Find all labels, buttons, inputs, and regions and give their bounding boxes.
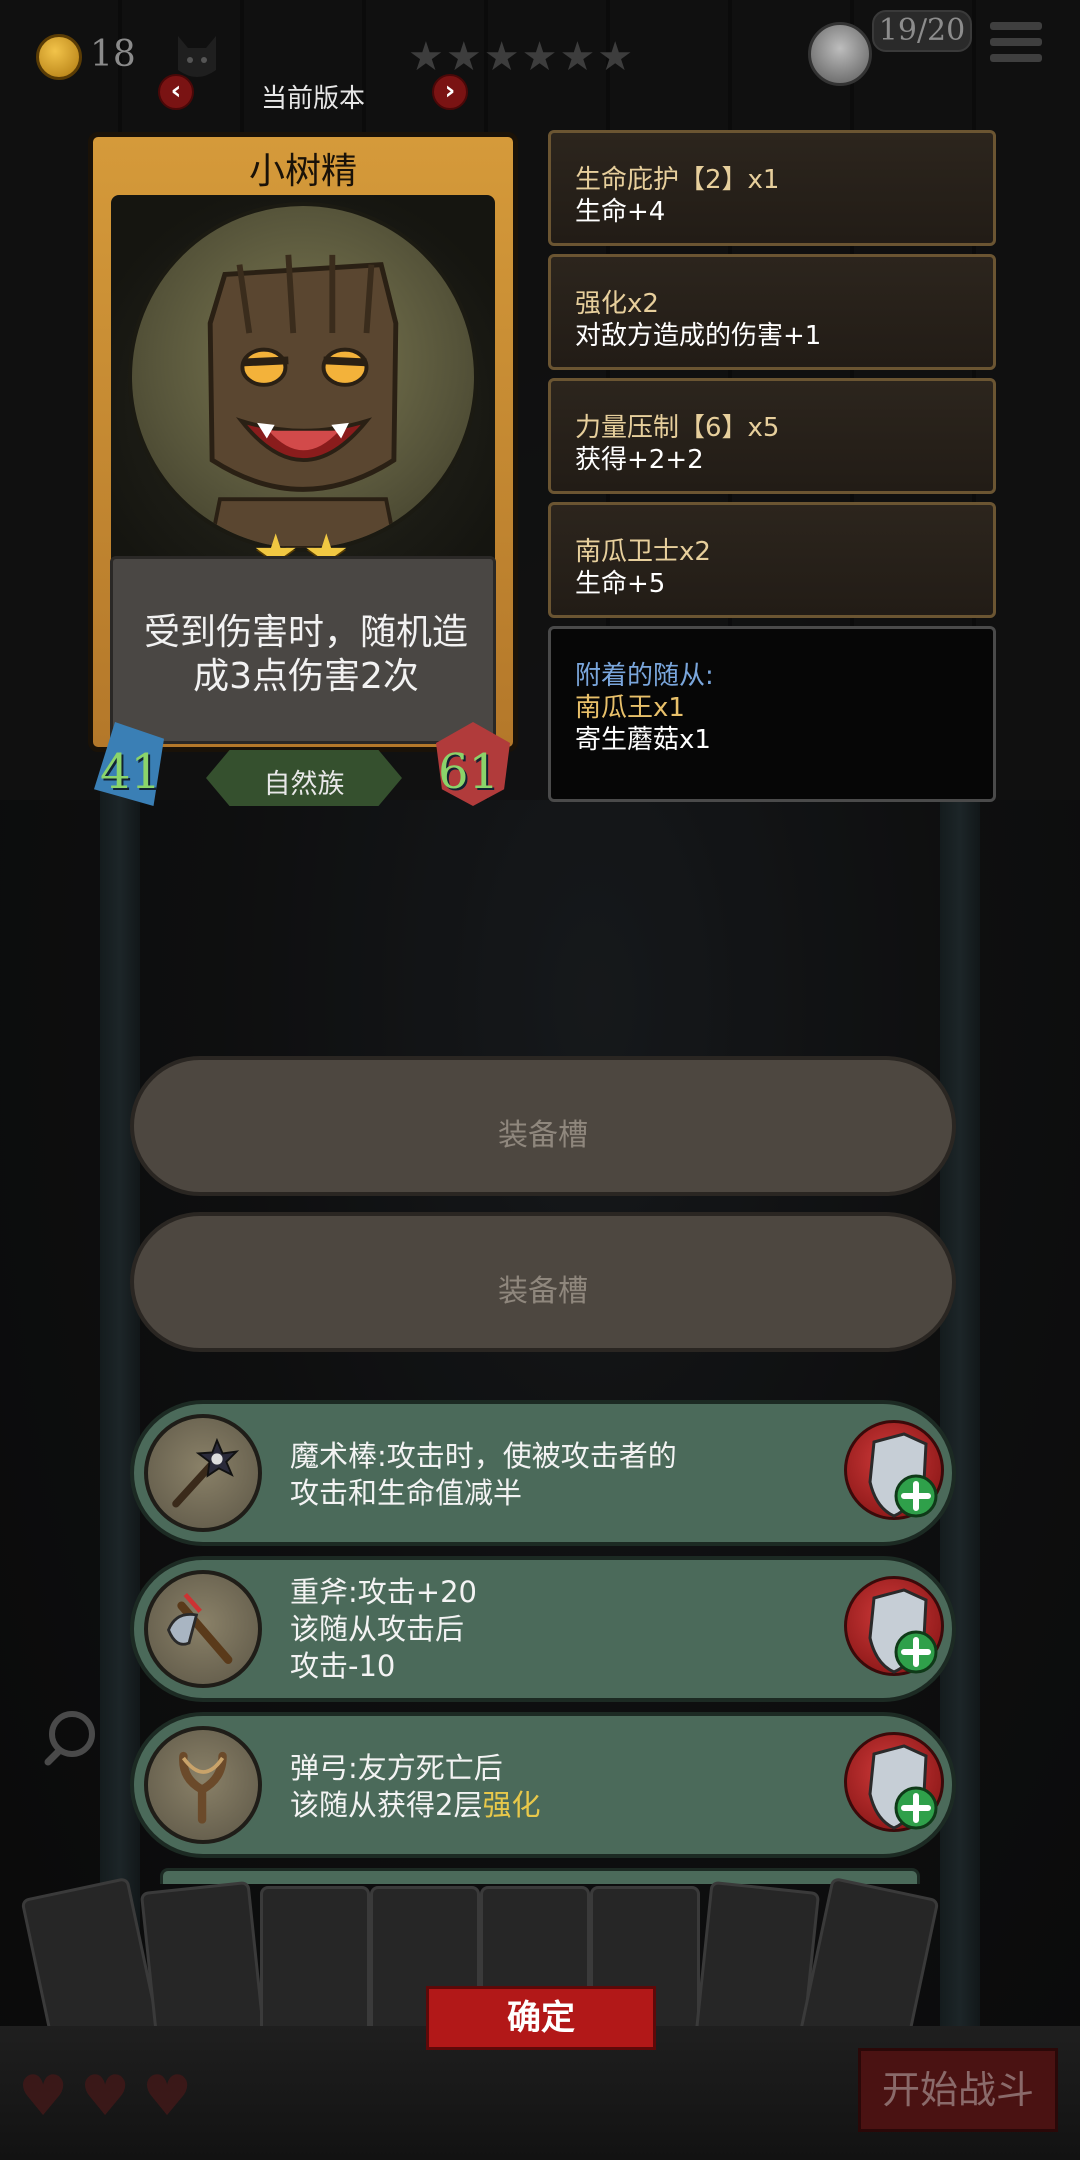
magic-wand-icon [144, 1414, 262, 1532]
equipment-option-slingshot[interactable]: 弹弓:友方死亡后 该随从获得2层强化 [130, 1712, 956, 1858]
equipment-description-line: 弹弓:友方死亡后 [290, 1751, 503, 1785]
tree-sprite-portrait [128, 202, 478, 552]
minion-name: 小树精 [248, 151, 357, 192]
equipment-description-line: 该随从攻击后 [290, 1612, 465, 1646]
shield-plus-icon [868, 1432, 938, 1518]
equipment-description: 弹弓:友方死亡后 该随从获得2层强化 [290, 1750, 540, 1824]
player-avatar[interactable] [808, 22, 872, 86]
tribe-label: 自然族 [263, 769, 345, 800]
buff-effect: 对敌方造成的伤害+1 [575, 321, 822, 351]
buff-item: 力量压制【6】x5 获得+2+2 [548, 378, 996, 494]
heart-icon: ♥ [80, 2064, 131, 2129]
ability-description: 受到伤害时，随机造成3点伤害2次 [143, 612, 468, 697]
equipment-slot[interactable]: 装备槽 [130, 1056, 956, 1196]
equip-button[interactable] [840, 1724, 948, 1850]
keyword-highlight: 强化 [482, 1788, 541, 1822]
equipment-description-line: 攻击和生命值减半 [290, 1476, 523, 1510]
version-selector: ‹ 当前版本 › [158, 74, 468, 116]
slingshot-icon [144, 1726, 262, 1844]
health-value: 61 [438, 744, 500, 800]
equipment-description-text: 该随从获得2层 [290, 1788, 483, 1822]
attached-minion-item: 寄生蘑菇x1 [575, 725, 711, 755]
equipment-description-line: 重斧:攻击+20 [290, 1575, 477, 1609]
equipment-description-line: 该随从获得2层强化 [290, 1787, 540, 1824]
search-icon[interactable] [42, 1706, 104, 1768]
equip-button[interactable] [840, 1568, 948, 1694]
buff-effect: 生命+5 [575, 569, 666, 599]
turn-counter: 19/20 [872, 10, 972, 52]
equipment-slot-label: 装备槽 [498, 1274, 588, 1309]
equipment-option-magic-wand[interactable]: 魔术棒:攻击时，使被攻击者的 攻击和生命值减半 [130, 1400, 956, 1546]
equip-button[interactable] [840, 1412, 948, 1538]
equipment-description-line: 攻击-10 [290, 1649, 396, 1683]
tribe-banner: 自然族 [206, 750, 402, 806]
coin-icon [36, 34, 82, 80]
buff-item: 南瓜卫士x2 生命+5 [548, 502, 996, 618]
menu-icon[interactable] [990, 22, 1042, 66]
coin-count: 18 [90, 34, 136, 75]
attached-minions-panel: 附着的随从: 南瓜王x1 寄生蘑菇x1 [548, 626, 996, 802]
start-battle-button[interactable]: 开始战斗 [858, 2048, 1058, 2132]
equipment-description: 重斧:攻击+20 该随从攻击后 攻击-10 [290, 1574, 477, 1685]
black-cat-icon [178, 36, 216, 77]
equipment-slot[interactable]: 装备槽 [130, 1212, 956, 1352]
equipment-slot-label: 装备槽 [498, 1118, 588, 1153]
equipment-description: 魔术棒:攻击时，使被攻击者的 攻击和生命值减半 [290, 1438, 677, 1512]
shield-plus-icon [868, 1744, 938, 1830]
tree-sprite-icon [207, 254, 399, 548]
buff-item: 强化x2 对敌方造成的伤害+1 [548, 254, 996, 370]
minion-card: 小树精 ★★ 受到伤害时，随机造成3点伤害2次 41 自然族 61 [88, 132, 518, 812]
confirm-button[interactable]: 确定 [426, 1986, 656, 2050]
buff-effect: 获得+2+2 [575, 445, 704, 475]
ability-panel: 受到伤害时，随机造成3点伤害2次 [110, 556, 496, 744]
buff-effect: 生命+4 [575, 197, 666, 227]
next-version-button[interactable]: › [432, 74, 468, 110]
attack-value: 41 [100, 744, 162, 800]
heart-icon: ♥ [142, 2064, 193, 2129]
buff-list: 生命庇护【2】x1 生命+4 强化x2 对敌方造成的伤害+1 力量压制【6】x5… [548, 130, 996, 802]
equipment-option-heavy-axe[interactable]: 重斧:攻击+20 该随从攻击后 攻击-10 [130, 1556, 956, 1702]
heart-icon: ♥ [18, 2064, 69, 2129]
shield-plus-icon [868, 1588, 938, 1674]
equipment-description-line: 魔术棒:攻击时，使被攻击者的 [290, 1439, 677, 1473]
buff-item: 生命庇护【2】x1 生命+4 [548, 130, 996, 246]
version-label: 当前版本 [260, 84, 365, 114]
axe-icon [144, 1570, 262, 1688]
previous-version-button[interactable]: ‹ [158, 74, 194, 110]
